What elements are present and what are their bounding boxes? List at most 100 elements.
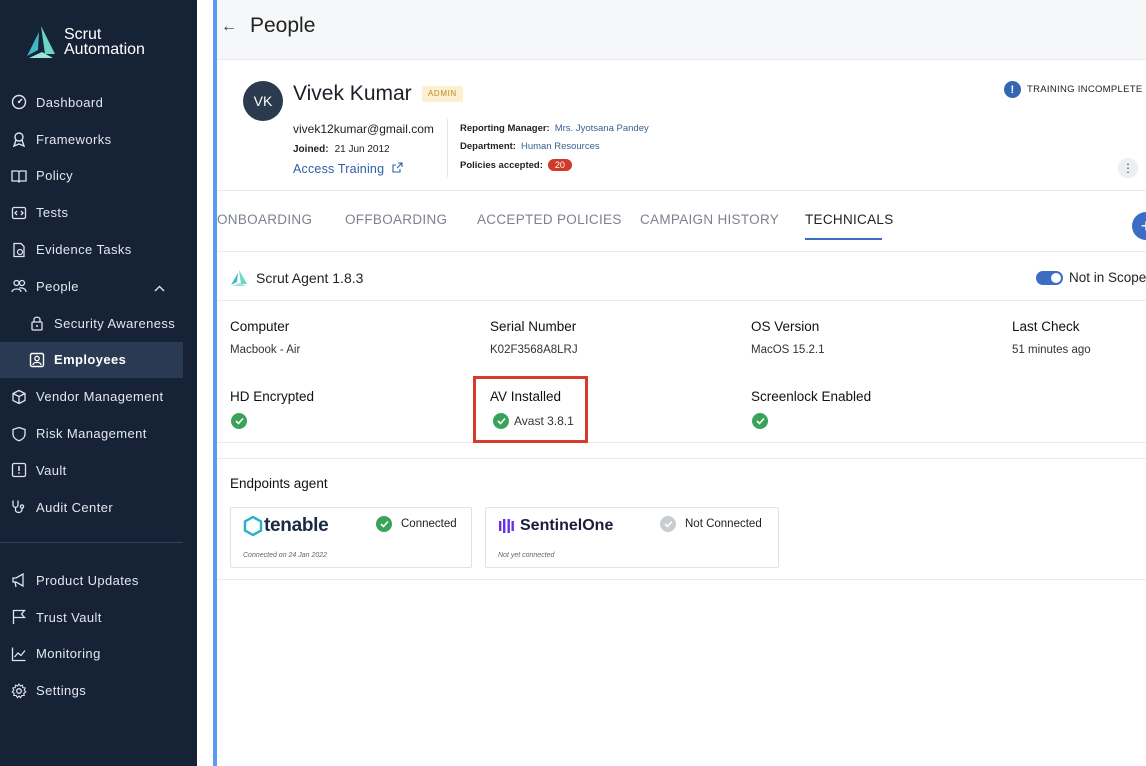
user-name: Vivek Kumar: [293, 82, 412, 105]
sidebar-item-label: Monitoring: [36, 646, 101, 662]
more-options-icon[interactable]: ⋮: [1118, 158, 1138, 178]
tenable-card[interactable]: tenable Connected Connected on 24 Jan 20…: [230, 507, 472, 568]
av-highlight-box: [473, 376, 588, 443]
policies-accepted: Policies accepted: 20: [460, 159, 572, 171]
sidebar-item-security-awareness[interactable]: Security Awareness: [0, 305, 197, 342]
sidebar-item-trust-vault[interactable]: Trust Vault: [0, 599, 197, 636]
agent-header: Scrut Agent 1.8.3 Not in Scope: [217, 256, 1146, 301]
sidebar-item-label: Settings: [36, 683, 87, 699]
sidebar-divider: [0, 541, 183, 543]
sentinelone-logo: SentinelOne: [498, 515, 613, 537]
tab-campaign-history[interactable]: CAMPAIGN HISTORY: [640, 212, 779, 227]
evidence-icon: [10, 241, 27, 258]
active-tab-indicator: [805, 238, 882, 240]
sidebar-item-vault[interactable]: Vault: [0, 452, 197, 489]
computer-value: Macbook - Air: [230, 344, 301, 356]
tab-onboarding[interactable]: ONBOARDING: [217, 212, 312, 227]
add-button[interactable]: +: [1132, 212, 1146, 240]
framework-icon: [10, 131, 27, 148]
brand-line2: Automation: [64, 41, 145, 58]
alert-icon: !: [1004, 81, 1021, 98]
sidebar-item-monitoring[interactable]: Monitoring: [0, 636, 197, 673]
cube-icon: [10, 388, 27, 405]
sidebar-item-label: Security Awareness: [54, 315, 176, 331]
screenlock-label: Screenlock Enabled: [751, 389, 872, 404]
sidebar-item-people[interactable]: People: [0, 268, 197, 305]
endpoints-title: Endpoints agent: [230, 476, 328, 491]
policies-count-badge: 20: [547, 159, 572, 171]
sentinelone-status-label: Not Connected: [685, 518, 762, 530]
avatar: VK: [243, 81, 283, 121]
sidebar-item-label: Product Updates: [36, 572, 139, 588]
people-icon: [10, 278, 27, 295]
tab-offboarding[interactable]: OFFBOARDING: [345, 212, 447, 227]
gear-icon: [10, 682, 27, 699]
sidebar-item-label: Frameworks: [36, 131, 112, 147]
sidebar-item-audit-center[interactable]: Audit Center: [0, 489, 197, 526]
sidebar-item-label: Audit Center: [36, 499, 114, 515]
sidebar-item-tests[interactable]: Tests: [0, 194, 197, 231]
sidebar-item-product-updates[interactable]: Product Updates: [0, 562, 197, 599]
sidebar-item-label: People: [36, 278, 79, 294]
sidebar-item-label: Tests: [36, 205, 69, 221]
agent-title: Scrut Agent 1.8.3: [256, 270, 364, 286]
sidebar-item-risk-management[interactable]: Risk Management: [0, 415, 197, 452]
megaphone-icon: [10, 572, 27, 589]
lock-icon: [28, 315, 45, 332]
tab-technicals[interactable]: TECHNICALS: [805, 212, 894, 227]
sidebar-item-settings[interactable]: Settings: [0, 672, 197, 709]
sidebar-item-label: Evidence Tasks: [36, 242, 132, 258]
chevron-up-icon[interactable]: [154, 280, 165, 295]
access-training-label: Access Training: [293, 162, 385, 176]
reporting-label: Reporting Manager:: [460, 123, 550, 134]
training-status-label: TRAINING INCOMPLETE: [1027, 84, 1143, 95]
os-value: MacOS 15.2.1: [751, 344, 825, 356]
sentinelone-card[interactable]: SentinelOne Not Connected Not yet connec…: [485, 507, 779, 568]
department-label: Department:: [460, 141, 516, 152]
sidebar-item-label: Vendor Management: [36, 389, 164, 405]
agent-card: Scrut Agent 1.8.3 Not in Scope Computer …: [217, 256, 1146, 443]
joined-label: Joined:: [293, 144, 329, 155]
endpoints-section: Endpoints agent tenable Connected Connec…: [217, 458, 1146, 580]
code-icon: [10, 204, 27, 221]
tenable-note: Connected on 24 Jan 2022: [243, 552, 328, 559]
profile-card: VK Vivek Kumar ADMIN vivek12kumar@gmail.…: [217, 61, 1146, 191]
hd-encrypted-label: HD Encrypted: [230, 389, 315, 404]
last-check-label: Last Check: [1012, 319, 1080, 334]
scrut-agent-icon: [231, 270, 247, 286]
back-arrow-icon[interactable]: ←: [221, 18, 237, 36]
sidebar-item-label: Policy: [36, 168, 74, 184]
tab-accepted-policies[interactable]: ACCEPTED POLICIES: [477, 212, 622, 227]
department: Department: Human Resources: [460, 141, 600, 152]
user-email: vivek12kumar@gmail.com: [293, 122, 434, 136]
sentinelone-note: Not yet connected: [498, 552, 555, 559]
sidebar-nav: Dashboard Frameworks Policy Tests Eviden…: [0, 84, 197, 561]
sidebar: Scrut Automation Dashboard Frameworks Po…: [0, 0, 197, 766]
check-icon: [376, 516, 392, 532]
tenable-logo: tenable: [243, 515, 329, 537]
sidebar-item-label: Employees: [54, 352, 127, 368]
sidebar-item-employees[interactable]: Employees: [0, 341, 183, 379]
sidebar-item-vendor-management[interactable]: Vendor Management: [0, 378, 197, 415]
tenable-status: Connected: [376, 516, 457, 532]
computer-label: Computer: [230, 319, 290, 334]
sidebar-item-frameworks[interactable]: Frameworks: [0, 121, 197, 158]
vault-icon: [10, 462, 27, 479]
sidebar-item-policy[interactable]: Policy: [0, 158, 197, 195]
sidebar-item-label: Trust Vault: [36, 609, 102, 625]
sentinelone-icon: [499, 519, 514, 533]
scope-toggle[interactable]: [1036, 271, 1063, 285]
sidebar-item-evidence-tasks[interactable]: Evidence Tasks: [0, 231, 197, 268]
sidebar-item-dashboard[interactable]: Dashboard: [0, 84, 197, 121]
sidebar-item-label: Dashboard: [36, 94, 104, 110]
shield-icon: [10, 425, 27, 442]
reporting-manager: Reporting Manager: Mrs. Jyotsana Pandey: [460, 123, 649, 134]
tenable-icon: [243, 516, 263, 536]
brand[interactable]: Scrut Automation: [24, 24, 145, 60]
access-training-link[interactable]: Access Training: [293, 162, 403, 176]
sidebar-item-label: Risk Management: [36, 426, 147, 442]
chart-line-icon: [10, 645, 27, 662]
brand-name: Scrut Automation: [64, 27, 145, 58]
sentinelone-wordmark: SentinelOne: [520, 517, 614, 534]
check-icon: [660, 516, 676, 532]
